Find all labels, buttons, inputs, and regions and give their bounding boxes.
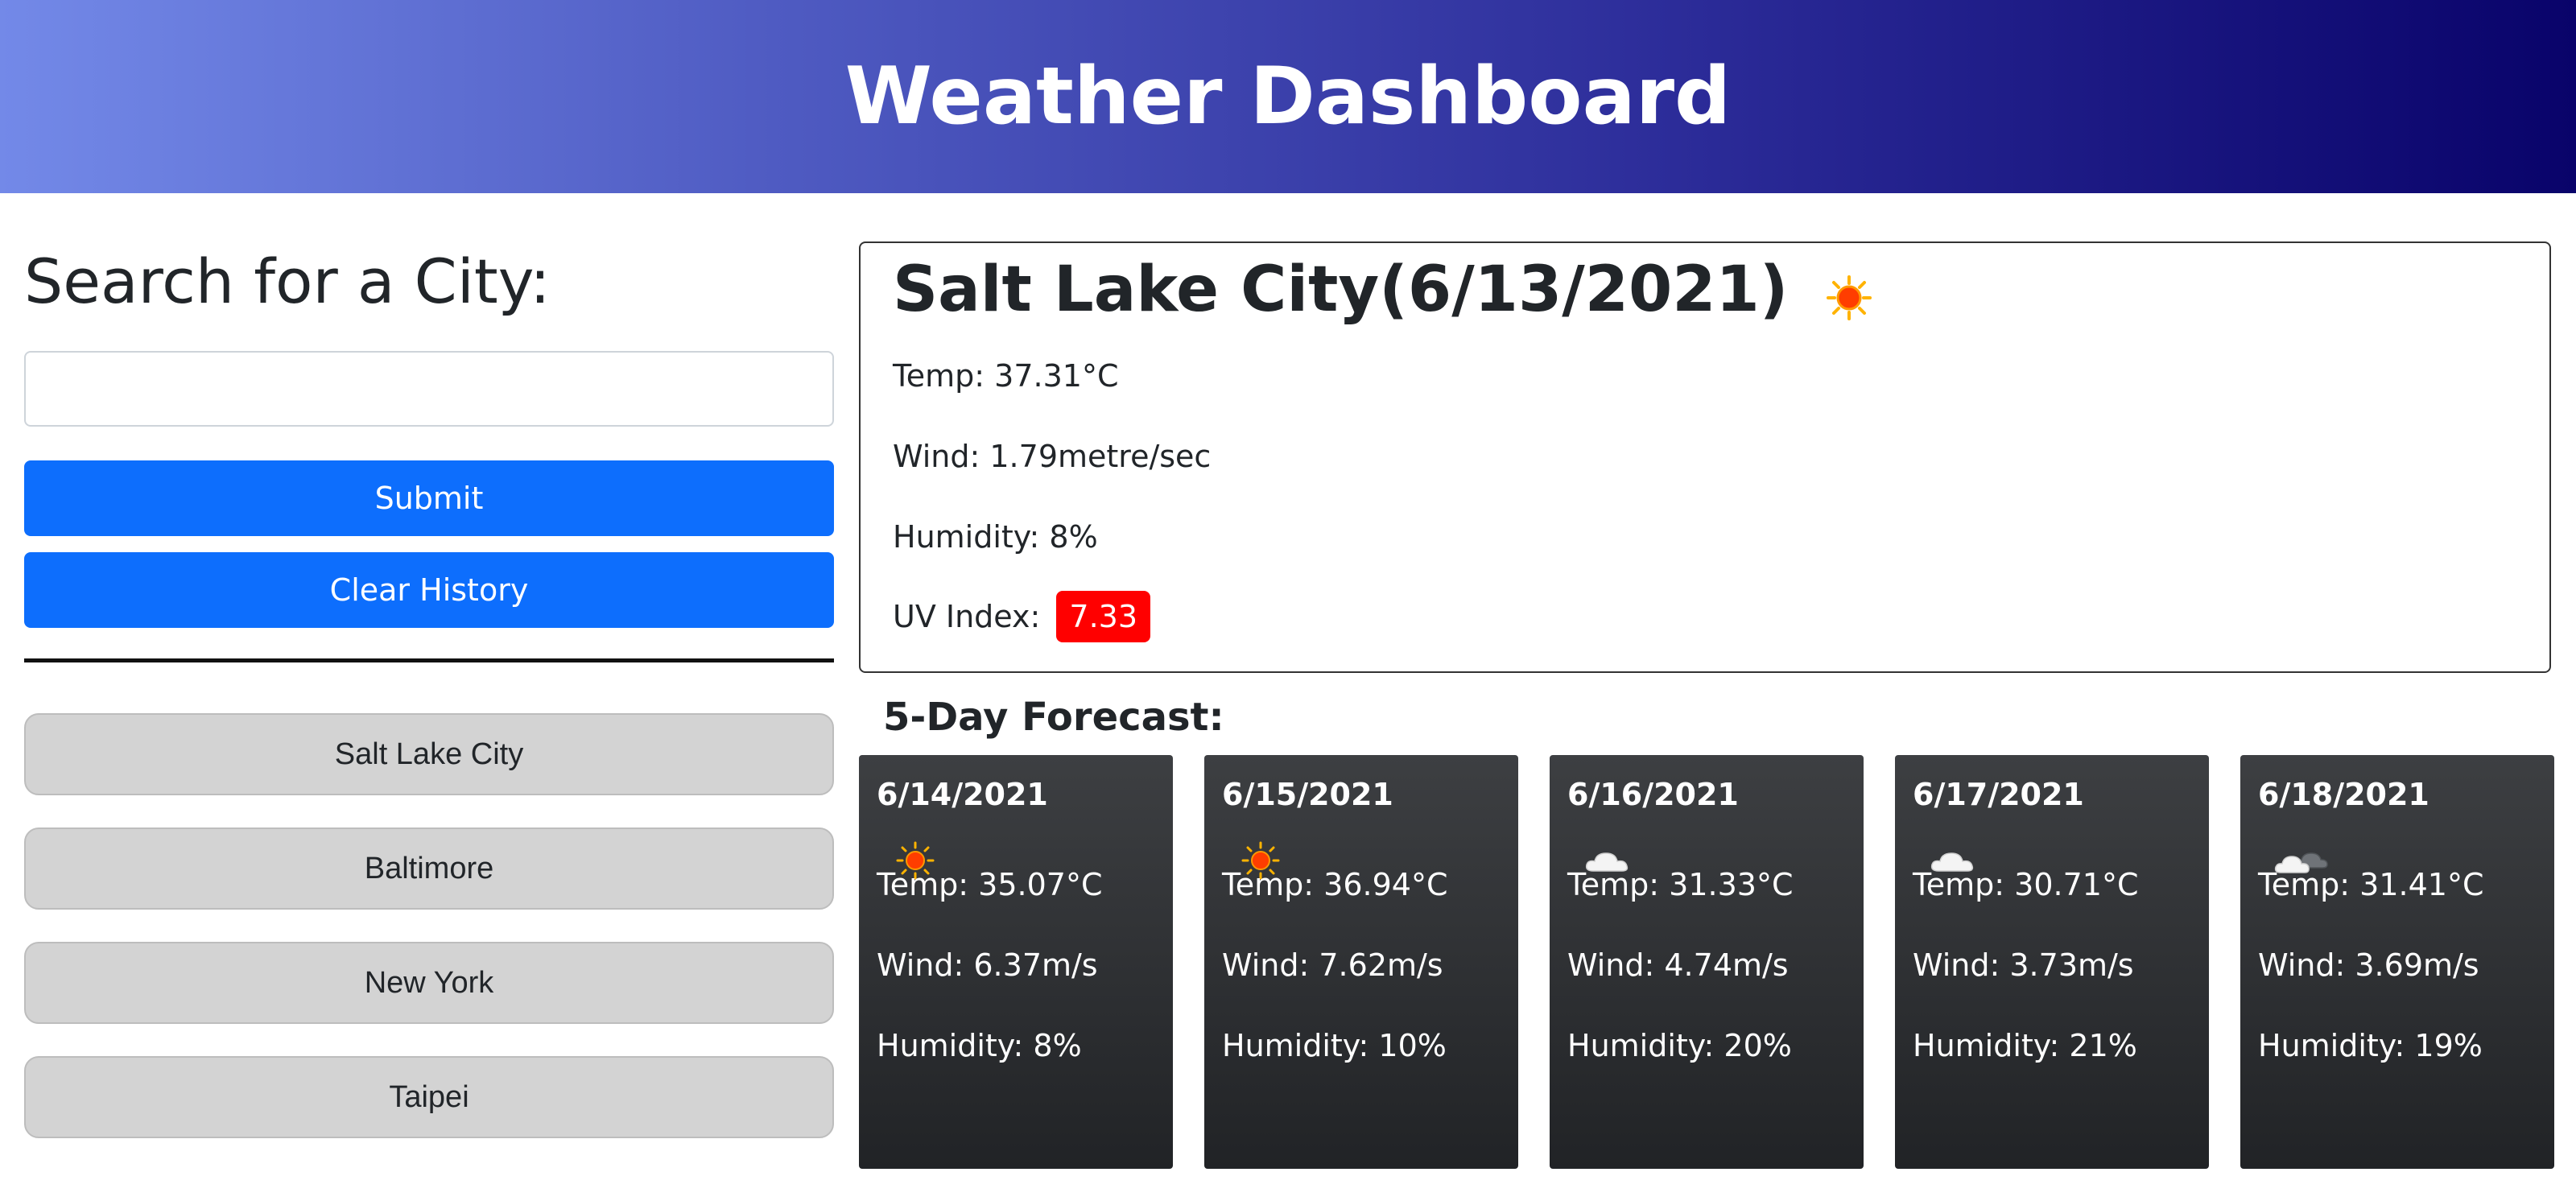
forecast-humidity: Humidity: 20% <box>1567 1028 1792 1063</box>
sidebar-divider <box>24 658 834 662</box>
forecast-title: 5-Day Forecast: <box>883 695 1224 740</box>
forecast-card: 6/17/2021 Temp: 30.71°C Wind: 3.73m/s Hu… <box>1895 755 2209 1169</box>
forecast-humidity: Humidity: 19% <box>2258 1028 2483 1063</box>
submit-button[interactable]: Submit <box>24 460 834 536</box>
uv-badge: 7.33 <box>1056 591 1151 642</box>
current-uv: UV Index: 7.33 <box>893 591 1151 642</box>
history-item[interactable]: Salt Lake City <box>24 713 834 795</box>
forecast-card: 6/14/2021 Temp: 35.07°C Wind: 6.37m/s Hu… <box>859 755 1173 1169</box>
forecast-temp: Temp: 30.71°C <box>1913 867 2139 902</box>
forecast-humidity: Humidity: 8% <box>877 1028 1082 1063</box>
uv-label: UV Index: <box>893 599 1041 634</box>
forecast-card: 6/15/2021 Temp: 36.94°C Wind: 7.62m/s Hu… <box>1204 755 1518 1169</box>
forecast-temp: Temp: 36.94°C <box>1222 867 1448 902</box>
current-city-date: Salt Lake City(6/13/2021) <box>893 254 1789 326</box>
page-title: Weather Dashboard <box>844 51 1732 142</box>
forecast-date: 6/18/2021 <box>2258 777 2429 812</box>
clear-history-button[interactable]: Clear History <box>24 552 834 628</box>
forecast-temp: Temp: 35.07°C <box>877 867 1103 902</box>
current-weather-card: Salt Lake City(6/13/2021) Temp: 37.31°C … <box>859 241 2551 673</box>
city-search-input[interactable] <box>24 351 834 427</box>
forecast-wind: Wind: 3.69m/s <box>2258 947 2479 983</box>
history-item[interactable]: Taipei <box>24 1056 834 1138</box>
forecast-humidity: Humidity: 21% <box>1913 1028 2137 1063</box>
forecast-date: 6/15/2021 <box>1222 777 1393 812</box>
history-item[interactable]: New York <box>24 942 834 1024</box>
forecast-humidity: Humidity: 10% <box>1222 1028 1447 1063</box>
current-weather-heading: Salt Lake City(6/13/2021) <box>893 250 1873 330</box>
current-humidity: Humidity: 8% <box>893 519 1098 555</box>
search-title: Search for a City: <box>24 246 551 317</box>
forecast-card: 6/16/2021 Temp: 31.33°C Wind: 4.74m/s Hu… <box>1550 755 1864 1169</box>
forecast-wind: Wind: 6.37m/s <box>877 947 1098 983</box>
forecast-wind: Wind: 3.73m/s <box>1913 947 2134 983</box>
forecast-temp: Temp: 31.33°C <box>1567 867 1794 902</box>
current-wind: Wind: 1.79metre/sec <box>893 439 1212 474</box>
forecast-wind: Wind: 4.74m/s <box>1567 947 1789 983</box>
search-sidebar: Search for a City: Submit Clear History … <box>24 233 834 1138</box>
current-temp: Temp: 37.31°C <box>893 358 1119 394</box>
forecast-date: 6/17/2021 <box>1913 777 2084 812</box>
forecast-temp: Temp: 31.41°C <box>2258 867 2484 902</box>
forecast-wind: Wind: 7.62m/s <box>1222 947 1443 983</box>
sun-icon <box>1827 275 1872 320</box>
forecast-card: 6/18/2021 Temp: 31.41°C Wind: 3.69m/s Hu… <box>2240 755 2554 1169</box>
forecast-date: 6/16/2021 <box>1567 777 1739 812</box>
page-header: Weather Dashboard <box>0 0 2576 193</box>
forecast-date: 6/14/2021 <box>877 777 1048 812</box>
history-item[interactable]: Baltimore <box>24 827 834 910</box>
